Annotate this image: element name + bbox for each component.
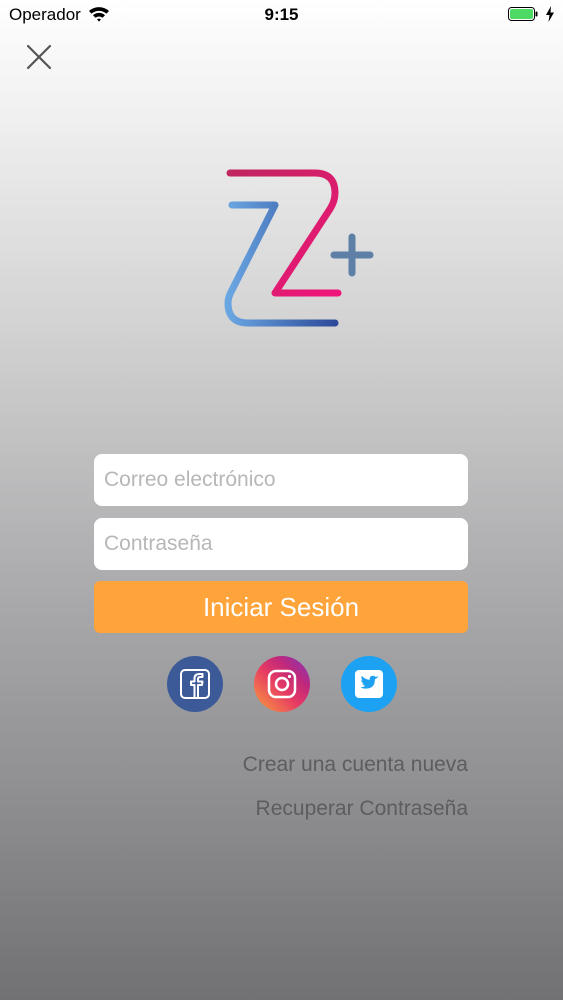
login-button[interactable]: Iniciar Sesión (94, 581, 468, 633)
z-plus-logo (224, 169, 374, 327)
close-icon[interactable] (24, 42, 54, 72)
battery-icon (508, 7, 538, 21)
email-field[interactable] (94, 454, 468, 506)
twitter-button[interactable] (341, 656, 397, 712)
facebook-button[interactable] (167, 656, 223, 712)
charging-bolt-icon (546, 6, 554, 22)
facebook-icon (180, 669, 210, 699)
instagram-icon (267, 669, 297, 699)
instagram-button[interactable] (254, 656, 310, 712)
create-account-link[interactable]: Crear una cuenta nueva (243, 753, 468, 777)
twitter-icon (355, 670, 383, 698)
clock: 9:15 (264, 5, 299, 24)
status-bar: Operador 9:15 (0, 0, 563, 30)
recover-password-link[interactable]: Recuperar Contraseña (256, 797, 468, 821)
password-field[interactable] (94, 518, 468, 570)
